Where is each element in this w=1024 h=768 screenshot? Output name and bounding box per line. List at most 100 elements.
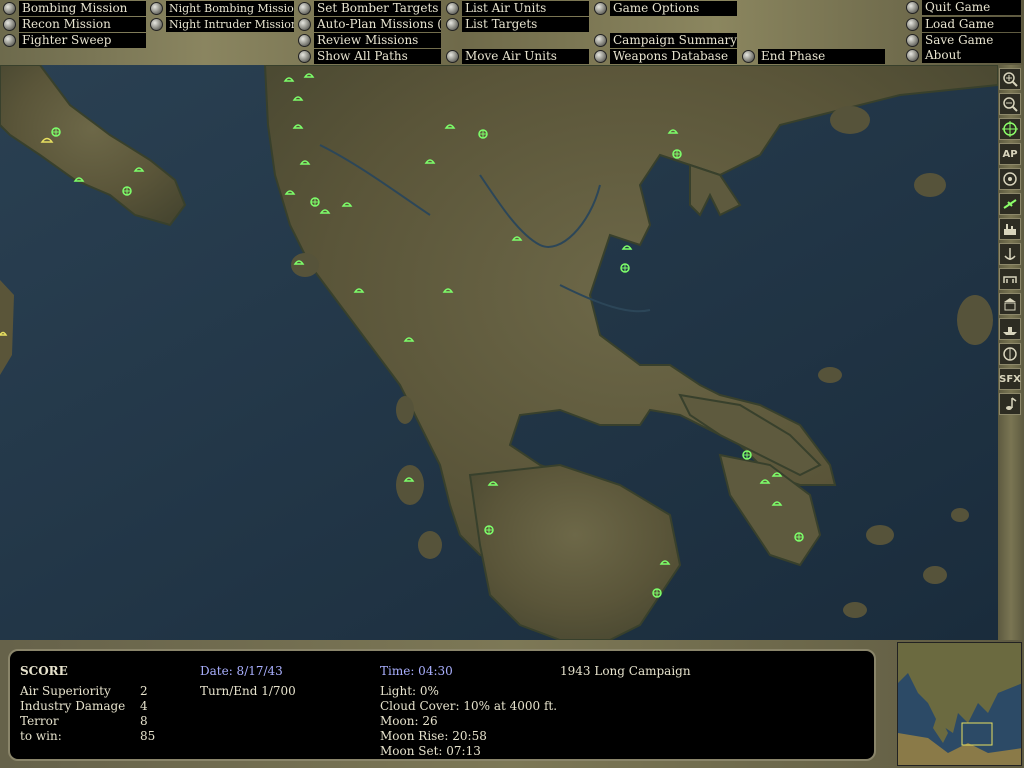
- set-bomber-targets-button[interactable]: Set Bomber Targets: [298, 1, 441, 16]
- list-targets-button[interactable]: List Targets: [446, 17, 589, 32]
- knob-icon: [906, 18, 919, 31]
- knob-icon: [3, 34, 16, 47]
- target-icon: [771, 501, 783, 506]
- building-icon[interactable]: [999, 293, 1021, 315]
- moon-set-text: Moon Set: 07:13: [380, 744, 481, 758]
- target-icon: [353, 288, 365, 293]
- knob-icon: [3, 18, 16, 31]
- auto-plan-missions-button[interactable]: Auto-Plan Missions (Off): [298, 17, 441, 32]
- score-panel: SCORE Air Superiority 2 Industry Damage …: [8, 649, 876, 761]
- target-icon: [659, 560, 671, 565]
- menu-label: Set Bomber Targets: [314, 1, 441, 16]
- bridge-icon[interactable]: [999, 268, 1021, 290]
- menu-label: Quit Game: [922, 0, 1021, 15]
- campaign-name: 1943 Long Campaign: [560, 664, 691, 678]
- target-markers[interactable]: [73, 73, 783, 565]
- status-area: SCORE Air Superiority 2 Industry Damage …: [0, 640, 1024, 768]
- score-value: 2: [140, 684, 148, 698]
- knob-icon: [298, 2, 311, 15]
- factory-icon[interactable]: [999, 218, 1021, 240]
- campaign-summary-button[interactable]: Campaign Summary: [594, 33, 737, 48]
- about-button[interactable]: About: [906, 48, 1021, 63]
- airbase-icon[interactable]: [310, 197, 320, 207]
- score-label: Terror: [20, 714, 59, 728]
- anchor-icon[interactable]: [999, 243, 1021, 265]
- score-label: Air Superiority: [20, 684, 111, 698]
- time-text: Time: 04:30: [380, 664, 453, 678]
- zoom-out-icon[interactable]: [999, 93, 1021, 115]
- target-icon: [0, 331, 8, 336]
- target-icon: [303, 73, 315, 78]
- airbase-icon[interactable]: [742, 450, 752, 460]
- show-all-paths-button[interactable]: Show All Paths: [298, 49, 441, 64]
- target-icon: [73, 177, 85, 182]
- load-game-button[interactable]: Load Game: [906, 17, 1021, 32]
- end-phase-button[interactable]: End Phase: [742, 49, 885, 64]
- target-icon: [771, 472, 783, 477]
- airbase-icon[interactable]: [652, 588, 662, 598]
- zoom-in-icon[interactable]: [999, 68, 1021, 90]
- minimap-view: [898, 643, 1021, 765]
- target-icon: [667, 129, 679, 134]
- game-options-button[interactable]: Game Options: [594, 1, 737, 16]
- target-icon: [442, 288, 454, 293]
- moon-text: Moon: 26: [380, 714, 438, 728]
- airbase-icon[interactable]: [794, 532, 804, 542]
- knob-icon: [906, 34, 919, 47]
- sfx-icon[interactable]: SFX: [999, 368, 1021, 390]
- move-air-units-button[interactable]: Move Air Units: [446, 49, 589, 64]
- knob-icon: [906, 1, 919, 14]
- target-icon: [284, 190, 296, 195]
- target-icon: [292, 96, 304, 101]
- light-text: Light: 0%: [380, 684, 439, 698]
- strategic-map[interactable]: [0, 65, 998, 640]
- music-icon[interactable]: [999, 393, 1021, 415]
- target-icon[interactable]: [999, 168, 1021, 190]
- knob-icon: [298, 18, 311, 31]
- ap-label: AP: [1002, 148, 1018, 160]
- weapons-database-button[interactable]: Weapons Database: [594, 49, 737, 64]
- fighter-sweep-button[interactable]: Fighter Sweep: [3, 33, 146, 48]
- target-icon: [403, 477, 415, 482]
- airbase-icon[interactable]: [484, 525, 494, 535]
- airbase-icon[interactable]: [672, 149, 682, 159]
- selected-target-icon: [40, 137, 54, 143]
- menu-label: Campaign Summary: [610, 33, 737, 48]
- knob-icon: [594, 34, 607, 47]
- knob-icon: [150, 18, 163, 31]
- airbase-icon[interactable]: [478, 129, 488, 139]
- target-icon: [424, 159, 436, 164]
- airbase-icon[interactable]: [620, 263, 630, 273]
- save-game-button[interactable]: Save Game: [906, 33, 1021, 48]
- night-intruder-mission-button[interactable]: Night Intruder Mission: [150, 17, 294, 32]
- airbase-icon[interactable]: [122, 186, 132, 196]
- night-bombing-mission-button[interactable]: Night Bombing Mission: [150, 1, 294, 16]
- target-icon: [283, 77, 295, 82]
- menu-label: Night Intruder Mission: [166, 17, 294, 32]
- target-icon: [319, 209, 331, 214]
- aircraft-icon[interactable]: [999, 193, 1021, 215]
- menu-label: Load Game: [922, 17, 1021, 32]
- radar-icon[interactable]: [999, 343, 1021, 365]
- ap-icon[interactable]: AP: [999, 143, 1021, 165]
- minimap[interactable]: [897, 642, 1022, 766]
- target-icon: [759, 479, 771, 484]
- menu-label: List Targets: [462, 17, 589, 32]
- bombing-mission-button[interactable]: Bombing Mission: [3, 1, 146, 16]
- review-missions-button[interactable]: Review Missions: [298, 33, 441, 48]
- recon-mission-button[interactable]: Recon Mission: [3, 17, 146, 32]
- crosshair-icon[interactable]: [999, 118, 1021, 140]
- list-air-units-button[interactable]: List Air Units: [446, 1, 589, 16]
- date-text: Date: 8/17/43: [200, 664, 283, 678]
- score-label: Industry Damage: [20, 699, 126, 713]
- turn-text: Turn/End 1/700: [200, 684, 296, 698]
- airbase-icon[interactable]: [51, 127, 61, 137]
- score-heading: SCORE: [20, 664, 68, 678]
- knob-icon: [446, 18, 459, 31]
- menu-label: Auto-Plan Missions (Off): [314, 17, 441, 32]
- target-icon: [511, 236, 523, 241]
- ship-icon[interactable]: [999, 318, 1021, 340]
- quit-game-button[interactable]: Quit Game: [906, 0, 1021, 15]
- menu-label: Bombing Mission: [19, 1, 146, 16]
- score-value: 8: [140, 714, 148, 728]
